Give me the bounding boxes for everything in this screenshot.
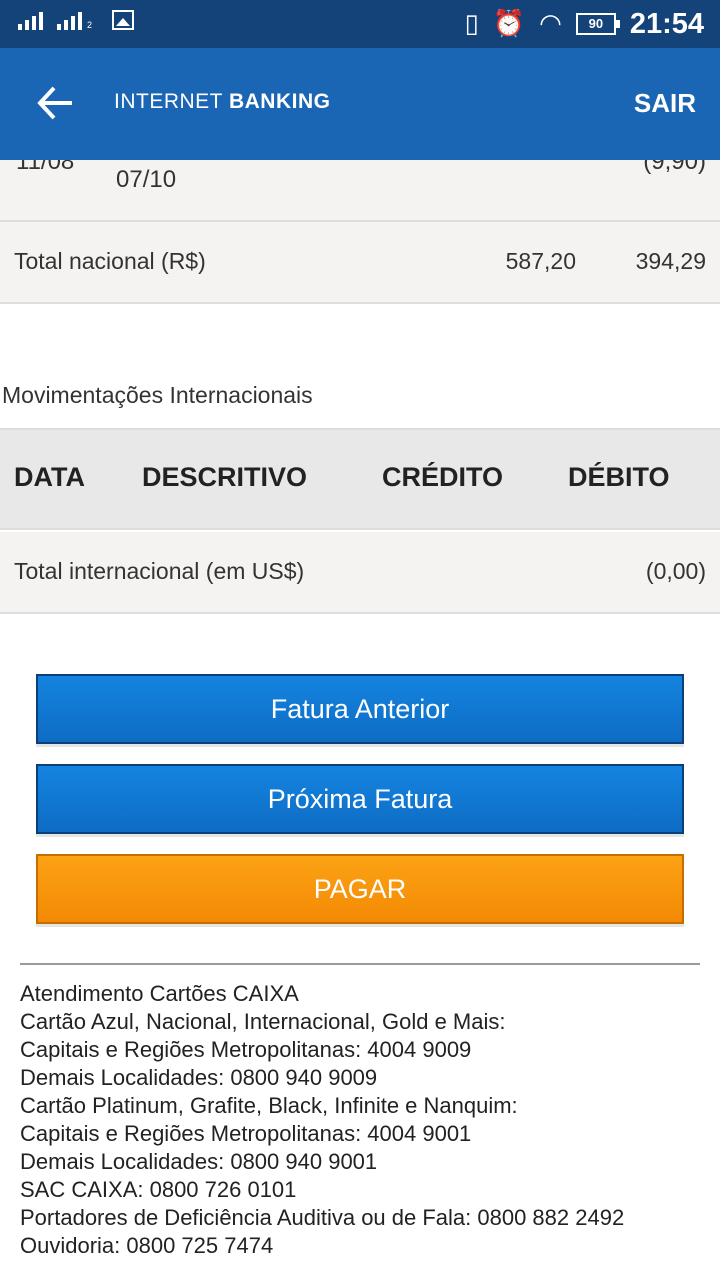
wifi-icon: ◠ <box>539 9 562 39</box>
footer-line: SAC CAIXA: 0800 726 0101 <box>20 1177 297 1202</box>
footer-line: Cartão Platinum, Grafite, Black, Infinit… <box>20 1093 518 1118</box>
footer-line: Capitais e Regiões Metropolitanas: 4004 … <box>20 1121 472 1146</box>
pay-button[interactable]: PAGAR <box>36 854 684 924</box>
national-total-credit: 587,20 <box>505 248 576 274</box>
header-credito: CRÉDITO <box>382 462 504 492</box>
status-left: 2 <box>18 10 135 30</box>
header-descritivo: DESCRITIVO <box>142 462 308 492</box>
footer-line: Ouvidoria: 0800 725 7474 <box>20 1233 274 1258</box>
vibrate-icon: ▯ <box>464 9 479 39</box>
brand-logo: INTERNET BANKING <box>114 90 330 114</box>
international-total-row: Total internacional (em US$) (0,00) <box>0 532 720 614</box>
footer-line: Atendimento Cartões CAIXA <box>20 981 299 1006</box>
clock: 21:54 <box>629 8 704 40</box>
national-total-debit: 394,29 <box>635 248 706 274</box>
battery-level: 90 <box>588 16 604 31</box>
alarm-icon: ⏰ <box>492 9 526 39</box>
international-total-label: Total internacional (em US$) <box>14 558 305 584</box>
brand-bold: BANKING <box>228 90 331 113</box>
next-invoice-button[interactable]: Próxima Fatura <box>36 764 684 834</box>
national-total-row: Total nacional (R$) 587,20 394,29 <box>0 222 720 304</box>
status-bar: 2 ▯ ⏰ ◠ 90 21:54 <box>0 0 720 48</box>
national-total-label: Total nacional (R$) <box>14 248 206 274</box>
brand-light: INTERNET <box>114 90 223 113</box>
footer-line: Capitais e Regiões Metropolitanas: 4004 … <box>20 1037 472 1062</box>
previous-invoice-button[interactable]: Fatura Anterior <box>36 674 684 744</box>
battery-icon: 90 <box>575 13 620 35</box>
header-data: DATA <box>14 462 85 492</box>
footer-line: Demais Localidades: 0800 940 9009 <box>20 1065 378 1090</box>
app-bar: INTERNET BANKING SAIR <box>0 48 720 160</box>
signal-icon <box>18 12 43 30</box>
header-debito: DÉBITO <box>568 462 670 492</box>
footer-line: Portadores de Deficiência Auditiva ou de… <box>20 1205 625 1230</box>
gallery-icon <box>112 10 135 30</box>
row-description: 07/10 <box>116 166 177 193</box>
international-table-header: DATA DESCRITIVO CRÉDITO DÉBITO <box>0 428 720 530</box>
footer-divider <box>20 963 700 965</box>
back-arrow-icon[interactable] <box>36 78 76 128</box>
footer-line: Demais Localidades: 0800 940 9001 <box>20 1149 378 1174</box>
support-contacts: Atendimento Cartões CAIXA Cartão Azul, N… <box>20 980 710 1260</box>
footer-line: Cartão Azul, Nacional, Internacional, Go… <box>20 1009 506 1034</box>
international-total-debit: (0,00) <box>645 558 706 584</box>
logout-button[interactable]: SAIR <box>634 88 696 119</box>
signal-sim2-icon: 2 <box>57 12 92 30</box>
status-right: ▯ ⏰ ◠ 90 21:54 <box>464 6 704 42</box>
international-section-title: Movimentações Internacionais <box>2 382 313 408</box>
sim2-label: 2 <box>87 20 93 30</box>
